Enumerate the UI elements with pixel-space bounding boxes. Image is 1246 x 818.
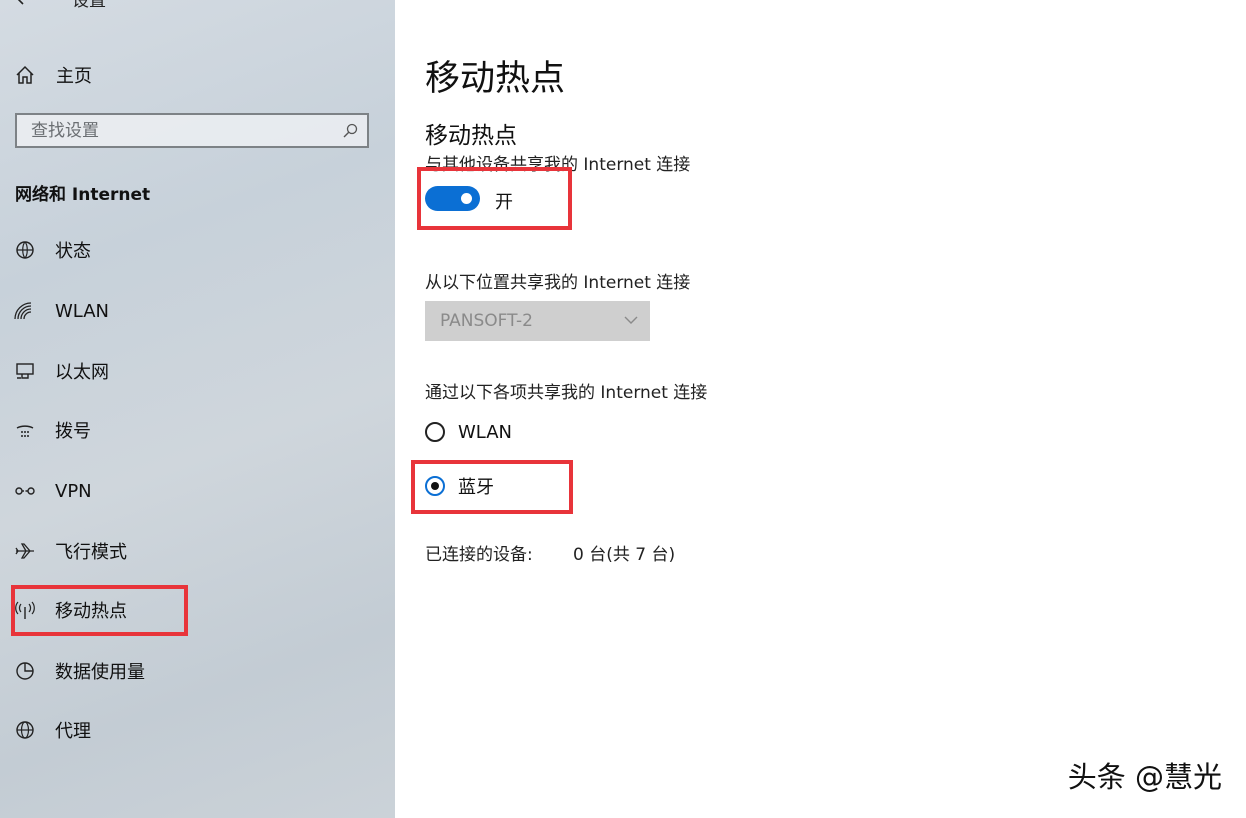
radio-button[interactable] xyxy=(425,422,445,442)
sidebar-item-label: VPN xyxy=(55,480,92,502)
connected-devices-count: 0 台(共 7 台) xyxy=(573,545,676,565)
back-arrow-icon[interactable] xyxy=(12,0,36,10)
search-icon[interactable] xyxy=(342,123,358,139)
radio-option-wlan[interactable]: WLAN xyxy=(425,418,512,446)
sidebar-item-label: 以太网 xyxy=(55,362,109,383)
data-usage-icon xyxy=(14,660,36,682)
title-bar: 设置 xyxy=(0,0,395,16)
hotspot-icon xyxy=(14,599,36,621)
watermark: 头条 @慧光 xyxy=(1067,760,1222,794)
connected-devices-label: 已连接的设备: xyxy=(425,545,533,565)
globe-icon xyxy=(14,719,36,741)
sidebar-home-label: 主页 xyxy=(56,66,92,87)
radio-label: 蓝牙 xyxy=(458,477,494,498)
sidebar-item-label: 数据使用量 xyxy=(55,662,145,683)
share-from-dropdown[interactable]: PANSOFT-2 xyxy=(425,301,650,341)
radio-label: WLAN xyxy=(458,421,513,443)
sidebar-item-label: 飞行模式 xyxy=(55,542,127,563)
connected-devices: 已连接的设备: 0 台(共 7 台) xyxy=(425,540,675,565)
radio-dot xyxy=(431,482,439,490)
sidebar-item-status[interactable]: 状态 xyxy=(14,235,374,265)
sidebar-item-airplane-mode[interactable]: 飞行模式 xyxy=(14,536,374,566)
sidebar-item-label: 拨号 xyxy=(55,421,91,442)
main-content: 移动热点 移动热点 与其他设备共享我的 Internet 连接 开 从以下位置共… xyxy=(395,0,1246,818)
share-over-label: 通过以下各项共享我的 Internet 连接 xyxy=(425,383,708,403)
dialup-icon xyxy=(14,419,36,441)
dropdown-value: PANSOFT-2 xyxy=(440,311,533,331)
sidebar: 设置 主页 网络和 Internet 状态 WLAN 以太网 xyxy=(0,0,395,818)
sidebar-item-data-usage[interactable]: 数据使用量 xyxy=(14,656,374,686)
sidebar-item-vpn[interactable]: VPN xyxy=(14,476,374,506)
search-input[interactable] xyxy=(17,115,331,146)
vpn-icon xyxy=(14,480,36,502)
wifi-icon xyxy=(14,300,36,322)
share-description: 与其他设备共享我的 Internet 连接 xyxy=(425,155,691,175)
page-title: 移动热点 xyxy=(425,59,566,99)
hotspot-toggle[interactable] xyxy=(425,186,480,211)
home-icon xyxy=(16,65,34,84)
sidebar-item-label: 移动热点 xyxy=(55,601,127,622)
radio-button[interactable] xyxy=(425,476,445,496)
window-title: 设置 xyxy=(72,0,106,11)
share-from-label: 从以下位置共享我的 Internet 连接 xyxy=(425,273,691,293)
ethernet-icon xyxy=(14,360,36,382)
sidebar-item-label: 代理 xyxy=(55,721,91,742)
sidebar-home[interactable]: 主页 xyxy=(14,60,92,90)
sidebar-item-proxy[interactable]: 代理 xyxy=(14,715,374,745)
airplane-icon xyxy=(14,540,36,562)
sidebar-item-dialup[interactable]: 拨号 xyxy=(14,415,374,445)
globe-status-icon xyxy=(14,239,36,261)
sidebar-item-label: WLAN xyxy=(55,300,110,322)
sidebar-item-ethernet[interactable]: 以太网 xyxy=(14,356,374,386)
toggle-knob xyxy=(461,193,472,204)
sidebar-item-label: 状态 xyxy=(55,241,91,262)
sidebar-item-mobile-hotspot[interactable]: 移动热点 xyxy=(14,595,374,625)
chevron-down-icon xyxy=(624,316,638,324)
section-title: 网络和 Internet xyxy=(15,185,151,205)
search-box[interactable] xyxy=(15,113,369,148)
toggle-state-label: 开 xyxy=(495,192,513,213)
sidebar-item-wlan[interactable]: WLAN xyxy=(14,296,374,326)
hotspot-section-title: 移动热点 xyxy=(425,123,517,149)
radio-option-bluetooth[interactable]: 蓝牙 xyxy=(425,472,494,500)
